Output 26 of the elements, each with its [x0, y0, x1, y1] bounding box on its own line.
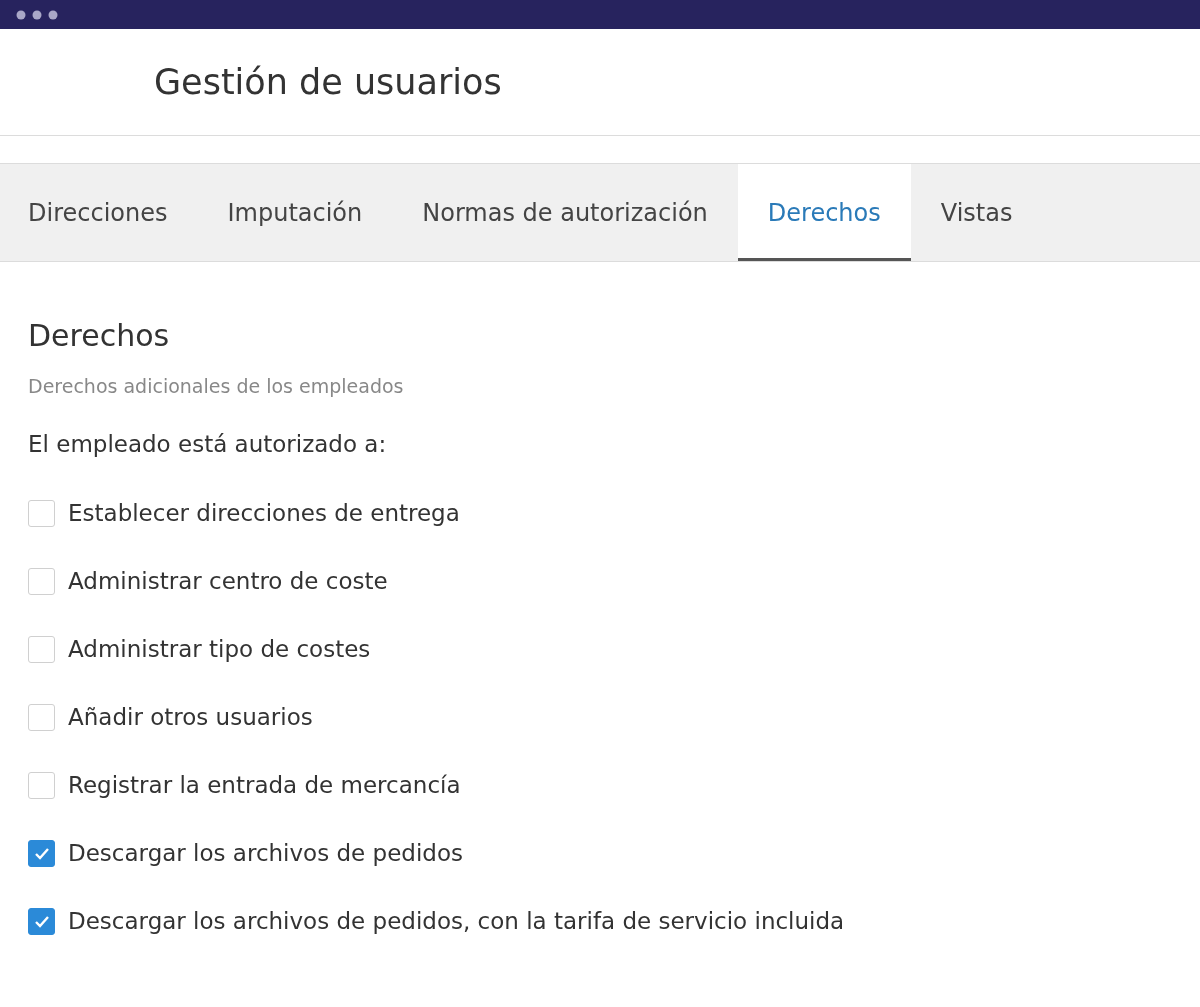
tab[interactable]: Derechos	[737, 164, 911, 261]
check-icon	[33, 914, 50, 928]
tab[interactable]: Imputación	[197, 164, 393, 261]
checkbox-label: Añadir otros usuarios	[68, 704, 313, 730]
checkbox[interactable]	[28, 499, 55, 527]
section-subtitle: Derechos adicionales de los empleados	[28, 375, 405, 397]
checkbox-label: Administrar centro de coste	[68, 568, 388, 594]
page-title: Gestión de usuarios	[154, 62, 502, 102]
checkbox-label: Registrar la entrada de mercancía	[68, 772, 461, 798]
tab[interactable]: Normas de autorización	[392, 164, 738, 261]
checkbox[interactable]	[28, 703, 55, 731]
checkbox[interactable]	[28, 771, 55, 799]
checkbox[interactable]	[28, 839, 55, 867]
checkbox-label: Descargar los archivos de pedidos	[68, 840, 463, 866]
checkbox-label: Establecer direcciones de entrega	[68, 500, 460, 526]
checkbox[interactable]	[28, 907, 55, 935]
intro-text: El empleado está autorizado a:	[28, 431, 388, 457]
checkbox-label: Descargar los archivos de pedidos, con la tarifa de servicio incluida	[68, 908, 845, 934]
section-heading: Derechos	[28, 318, 171, 353]
checkbox-label: Administrar tipo de costes	[68, 636, 371, 662]
checkbox[interactable]	[28, 567, 55, 595]
window-dots-icon	[16, 9, 58, 20]
checkbox[interactable]	[28, 635, 55, 663]
check-icon	[33, 846, 50, 860]
tab[interactable]: Vistas	[910, 164, 1043, 261]
tab[interactable]: Direcciones	[0, 164, 198, 261]
